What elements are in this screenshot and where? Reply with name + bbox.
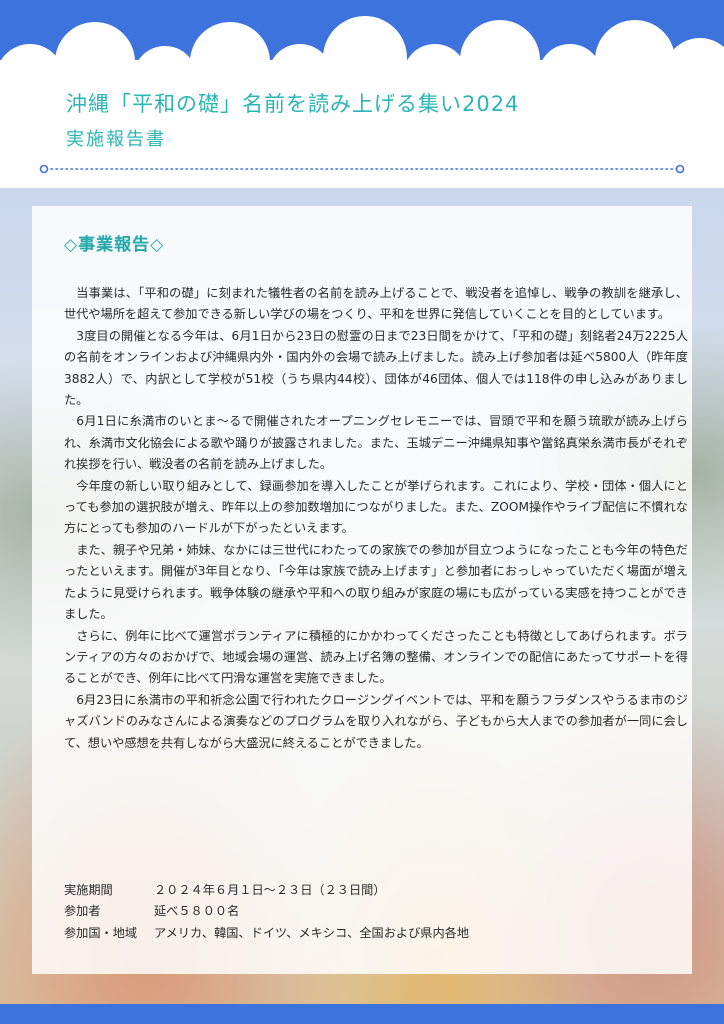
paragraph: 当事業は、「平和の礎」に刻まれた犠牲者の名前を読み上げることで、戦没者を追悼し、… <box>64 286 688 322</box>
paragraph: また、親子や兄弟・姉妹、なかには三世代にわたっての家族での参加が目立つようになっ… <box>64 542 688 622</box>
paragraph: 6月23日に糸満市の平和祈念公園で行われたクロージングイベントでは、平和を願うフ… <box>64 692 688 750</box>
section-heading: ◇事業報告◇ <box>64 235 165 255</box>
info-label: 参加国・地域 <box>64 925 138 940</box>
document-title: 沖縄「平和の礎」名前を読み上げる集い2024 <box>66 92 520 116</box>
info-value: アメリカ、韓国、ドイツ、メキシコ、全国および県内各地 <box>154 925 470 940</box>
info-row-regions: 参加国・地域 アメリカ、韓国、ドイツ、メキシコ、全国および県内各地 <box>64 923 688 944</box>
info-row-period: 実施期間 ２０２４年６月１日～２３日（２３日間） <box>64 880 688 901</box>
paragraph: 今年度の新しい取り組みとして、録画参加を導入したことが挙げられます。これにより、… <box>64 478 688 536</box>
info-value: ２０２４年６月１日～２３日（２３日間） <box>154 883 386 897</box>
info-label: 実施期間 <box>64 883 113 897</box>
info-value: 延べ５８００名 <box>154 904 240 919</box>
summary-info: 実施期間 ２０２４年６月１日～２３日（２３日間） 参加者 延べ５８００名 参加国… <box>64 880 688 944</box>
paragraph: 3度目の開催となる今年は、6月1日から23日の慰霊の日まで23日間をかけて、「平… <box>64 328 688 408</box>
info-label: 参加者 <box>64 904 101 919</box>
paragraph: さらに、例年に比べて運営ボランティアに積極的にかかわってくださったことも特徴とし… <box>64 628 688 686</box>
bottom-color-band <box>0 1004 724 1024</box>
dotted-divider <box>39 164 685 174</box>
info-row-participants: 参加者 延べ５８００名 <box>64 901 688 922</box>
document-subtitle: 実施報告書 <box>66 129 166 150</box>
report-body: 当事業は、「平和の礎」に刻まれた犠牲者の名前を読み上げることで、戦没者を追悼し、… <box>64 283 688 754</box>
paragraph: 6月1日に糸満市のいとま～るで開催されたオープニングセレモニーでは、冒頭で平和を… <box>64 414 688 472</box>
